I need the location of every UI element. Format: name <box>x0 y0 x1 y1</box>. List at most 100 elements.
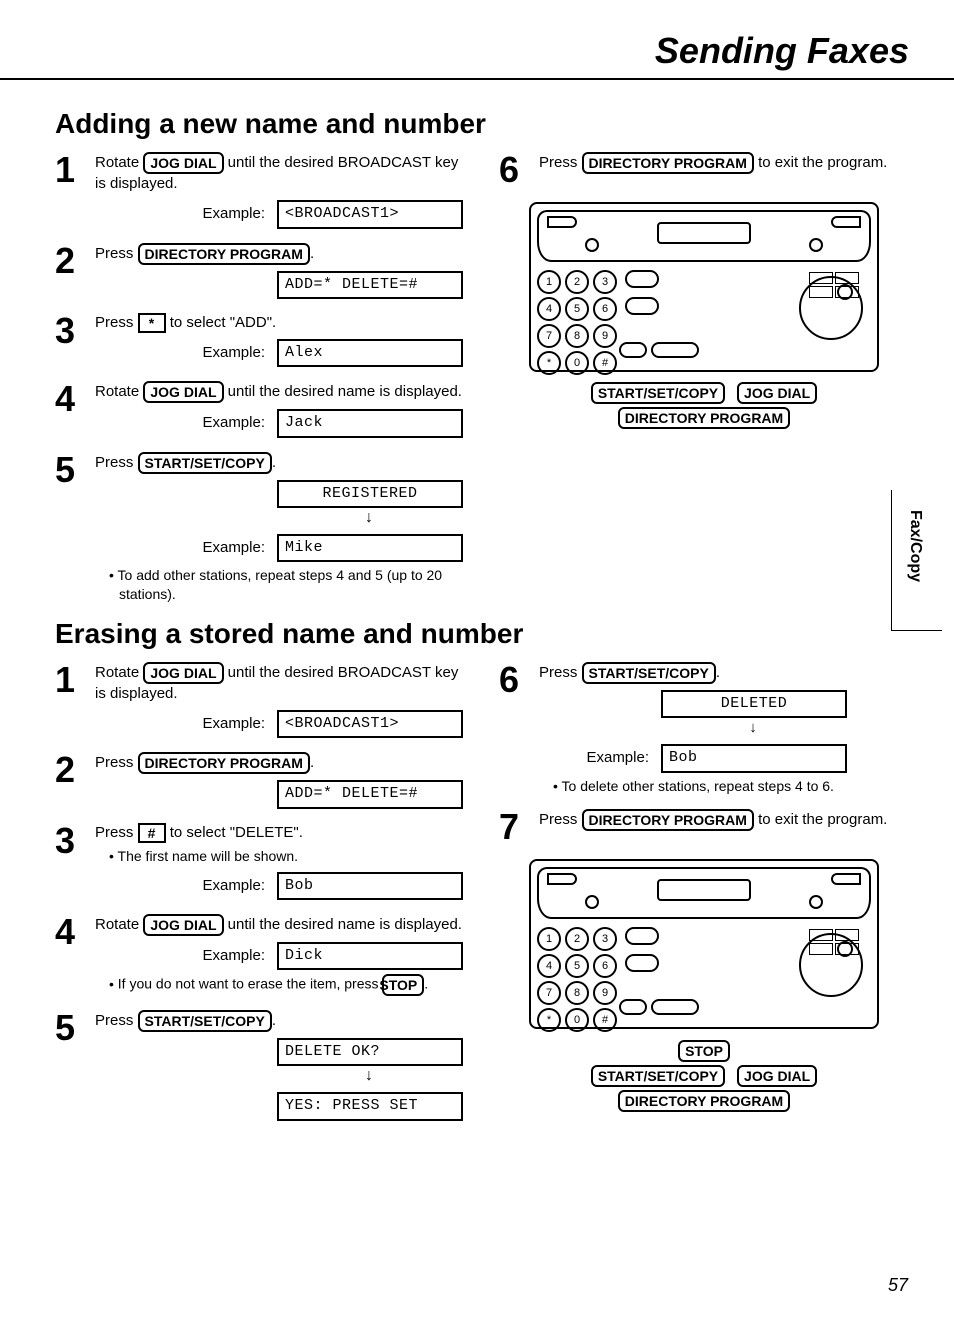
star-key: * <box>138 313 166 333</box>
lcd-display: Bob <box>661 744 847 772</box>
step-text: Rotate <box>95 664 139 681</box>
start-set-copy-button: START/SET/COPY <box>138 1010 272 1032</box>
jog-dial-icon <box>799 276 863 340</box>
step-number: 7 <box>499 809 529 845</box>
arrow-down-icon: ↓ <box>661 718 845 738</box>
step-number: 3 <box>55 313 85 368</box>
keypad: 123 456 789 *0# <box>537 927 659 1035</box>
period: . <box>272 1012 276 1029</box>
step-number: 4 <box>55 914 85 996</box>
directory-program-button: DIRECTORY PROGRAM <box>138 752 310 774</box>
erase-step-6: 6 Press START/SET/COPY. DELETED ↓ Exampl… <box>499 662 909 796</box>
directory-program-button: DIRECTORY PROGRAM <box>138 243 310 265</box>
lcd-display: Mike <box>277 534 463 562</box>
example-label: Example: <box>539 748 649 768</box>
step-text: Press <box>539 154 577 171</box>
step-text: Press <box>95 244 133 261</box>
step-text: Rotate <box>95 916 139 933</box>
lcd-display: <BROADCAST1> <box>277 710 463 738</box>
erase-left-col: 1 Rotate JOG DIAL until the desired BROA… <box>55 662 465 1135</box>
period: . <box>310 754 314 771</box>
start-set-copy-label: START/SET/COPY <box>591 1065 725 1087</box>
step-text: Press <box>95 1012 133 1029</box>
lcd-display: Dick <box>277 942 463 970</box>
step-text: Press <box>95 824 133 841</box>
start-set-copy-button: START/SET/COPY <box>138 452 272 474</box>
lcd-display: Alex <box>277 339 463 367</box>
step-number: 3 <box>55 823 85 900</box>
add-step-3: 3 Press * to select "ADD". Example: Alex <box>55 313 465 368</box>
hash-key: # <box>138 823 166 843</box>
step-text: to exit the program. <box>758 154 887 171</box>
side-tab: Fax/Copy <box>891 490 942 631</box>
step-number: 4 <box>55 381 85 437</box>
section-heading-erase: Erasing a stored name and number <box>55 618 909 650</box>
period: . <box>716 664 720 681</box>
step-number: 5 <box>55 1010 85 1121</box>
jog-dial-label: JOG DIAL <box>737 382 817 404</box>
lcd-display: ADD=* DELETE=# <box>277 271 463 299</box>
step-number: 1 <box>55 152 85 229</box>
page-number: 57 <box>888 1275 908 1296</box>
section-heading-add: Adding a new name and number <box>55 108 909 140</box>
jog-dial-button: JOG DIAL <box>143 914 223 936</box>
example-label: Example: <box>95 538 265 558</box>
add-step-4: 4 Rotate JOG DIAL until the desired name… <box>55 381 465 437</box>
start-set-copy-label: START/SET/COPY <box>591 382 725 404</box>
step-text: until the desired name is displayed. <box>228 916 462 933</box>
jog-dial-icon <box>799 933 863 997</box>
step-text: to select "DELETE". <box>170 824 303 841</box>
add-columns: 1 Rotate JOG DIAL until the desired BROA… <box>55 152 909 618</box>
device-lcd-icon <box>657 222 751 244</box>
step-text: Press <box>539 811 577 828</box>
note-bullet: The first name will be shown. <box>109 847 465 866</box>
step-number: 1 <box>55 662 85 739</box>
note-bullet: To delete other stations, repeat steps 4… <box>553 777 909 796</box>
step-number: 2 <box>55 243 85 299</box>
step-number: 2 <box>55 752 85 808</box>
rule-line <box>0 78 954 80</box>
erase-step-4: 4 Rotate JOG DIAL until the desired name… <box>55 914 465 996</box>
step-text: to exit the program. <box>758 811 887 828</box>
step-number: 6 <box>499 152 529 188</box>
arrow-down-icon: ↓ <box>277 508 461 528</box>
example-label: Example: <box>95 204 265 224</box>
device-callouts: START/SET/COPY JOG DIAL DIRECTORY PROGRA… <box>499 380 909 430</box>
fax-device-illustration: 123 456 789 *0# <box>529 202 879 372</box>
manual-page: Sending Faxes Adding a new name and numb… <box>0 0 954 1320</box>
step-number: 6 <box>499 662 529 796</box>
lcd-display: DELETED <box>661 690 847 718</box>
add-step-6: 6 Press DIRECTORY PROGRAM to exit the pr… <box>499 152 909 188</box>
lcd-display: Bob <box>277 872 463 900</box>
directory-program-label: DIRECTORY PROGRAM <box>618 407 790 429</box>
jog-dial-button: JOG DIAL <box>143 381 223 403</box>
device-callouts: STOP START/SET/COPY JOG DIAL DIRECTORY P… <box>499 1037 909 1113</box>
note-bullet: If you do not want to erase the item, pr… <box>109 974 465 996</box>
jog-dial-button: JOG DIAL <box>143 662 223 684</box>
erase-columns: 1 Rotate JOG DIAL until the desired BROA… <box>55 662 909 1135</box>
add-right-col: 6 Press DIRECTORY PROGRAM to exit the pr… <box>499 152 909 618</box>
period: . <box>310 244 314 261</box>
example-label: Example: <box>95 714 265 734</box>
lcd-display: ADD=* DELETE=# <box>277 780 463 808</box>
erase-step-3: 3 Press # to select "DELETE". The first … <box>55 823 465 900</box>
step-text: to select "ADD". <box>170 314 277 331</box>
erase-step-7: 7 Press DIRECTORY PROGRAM to exit the pr… <box>499 809 909 845</box>
example-label: Example: <box>95 343 265 363</box>
add-left-col: 1 Rotate JOG DIAL until the desired BROA… <box>55 152 465 618</box>
step-text: Rotate <box>95 383 139 400</box>
example-label: Example: <box>95 413 265 433</box>
fax-device-illustration: 123 456 789 *0# <box>529 859 879 1029</box>
step-text: Press <box>95 754 133 771</box>
jog-dial-label: JOG DIAL <box>737 1065 817 1087</box>
arrow-down-icon: ↓ <box>277 1066 461 1086</box>
add-step-2: 2 Press DIRECTORY PROGRAM. ADD=* DELETE=… <box>55 243 465 299</box>
stop-label: STOP <box>678 1040 730 1062</box>
directory-program-button: DIRECTORY PROGRAM <box>582 152 754 174</box>
step-text: Press <box>95 314 133 331</box>
erase-step-2: 2 Press DIRECTORY PROGRAM. ADD=* DELETE=… <box>55 752 465 808</box>
step-text: Rotate <box>95 154 139 171</box>
note-text: If you do not want to erase the item, pr… <box>118 976 379 992</box>
add-step-1: 1 Rotate JOG DIAL until the desired BROA… <box>55 152 465 229</box>
step-text: Press <box>539 664 577 681</box>
